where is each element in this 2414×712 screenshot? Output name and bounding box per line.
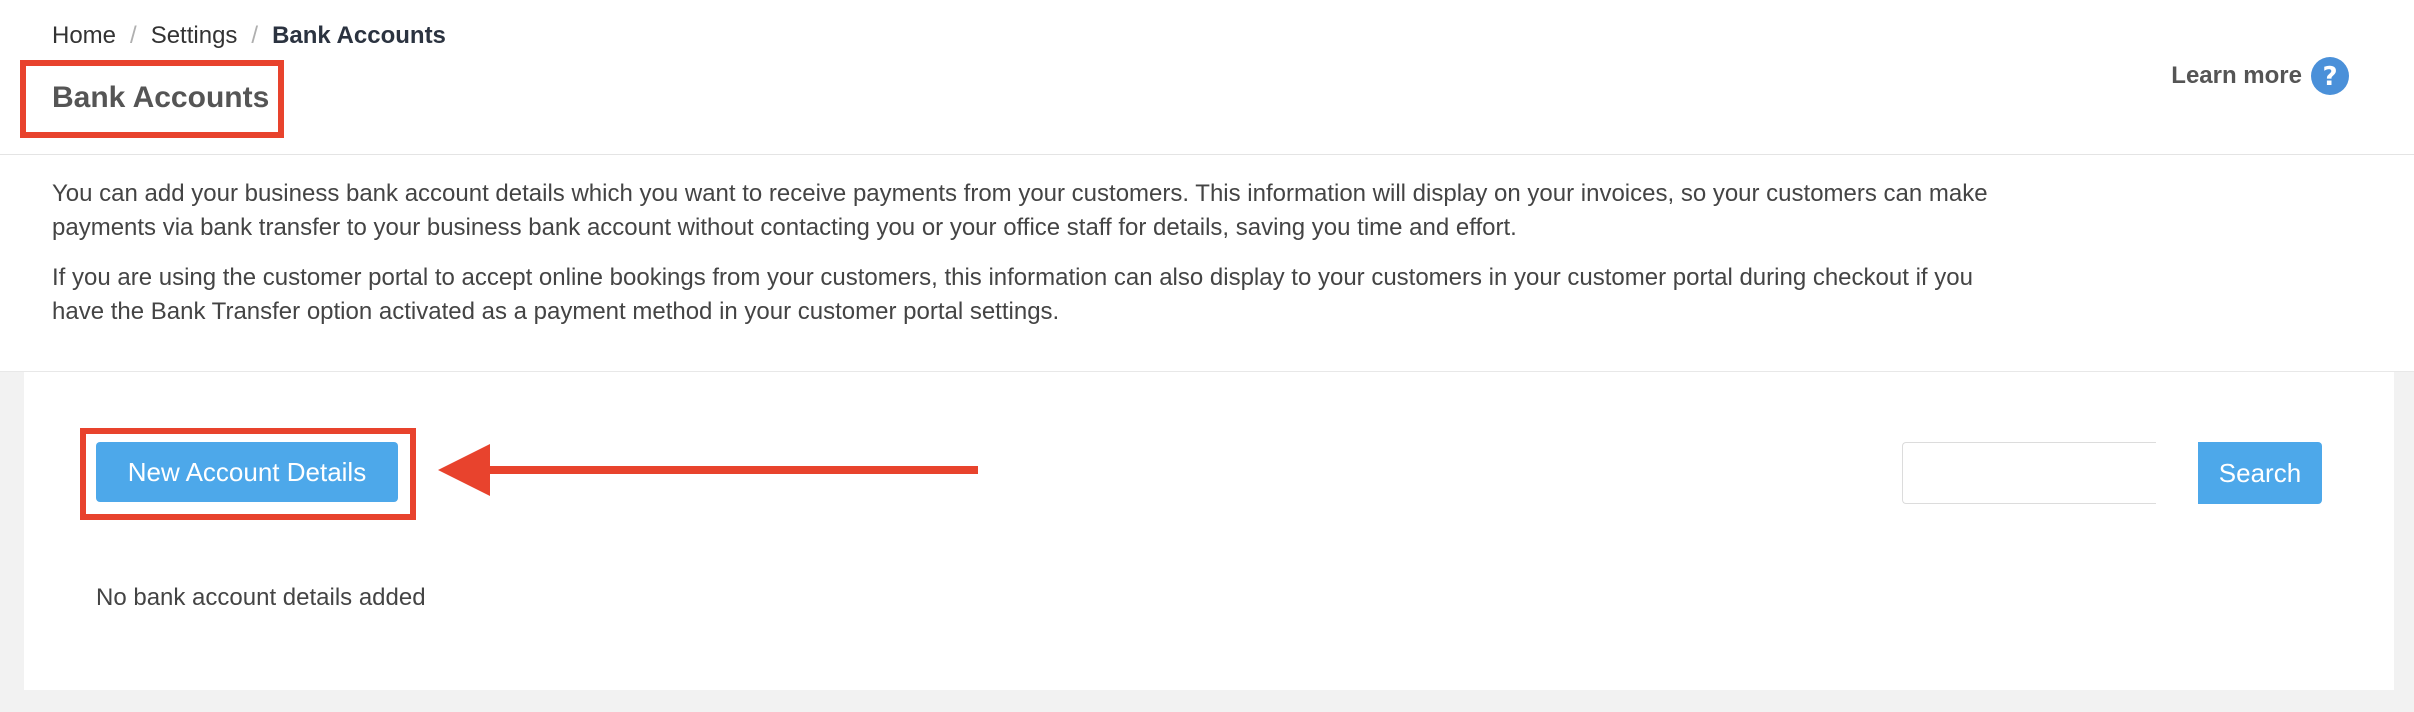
breadcrumb-settings-link[interactable]: Settings — [151, 22, 238, 49]
breadcrumb-separator: / — [251, 22, 259, 49]
new-account-details-button[interactable]: New Account Details — [96, 442, 398, 502]
breadcrumb: Home / Settings / Bank Accounts — [52, 20, 446, 52]
bank-accounts-panel: New Account Details Search No bank accou… — [24, 372, 2394, 690]
learn-more-link[interactable]: Learn more ? — [2171, 56, 2350, 96]
page-header: Home / Settings / Bank Accounts Bank Account… — [0, 0, 2414, 155]
learn-more-label: Learn more — [2171, 62, 2302, 89]
breadcrumb-current: Bank Accounts — [272, 22, 446, 49]
arrow-left-icon — [438, 444, 978, 496]
breadcrumb-separator: / — [130, 22, 137, 49]
title-highlight-box — [20, 60, 284, 138]
breadcrumb-home-link[interactable]: Home — [52, 22, 116, 49]
info-paragraph-1: You can add your business bank account d… — [52, 180, 1988, 241]
search-input[interactable] — [1902, 442, 2156, 504]
search-button[interactable]: Search — [2198, 442, 2322, 504]
info-paragraph-2: If you are using the customer portal to … — [52, 264, 1973, 325]
question-circle-icon[interactable]: ? — [2310, 56, 2350, 96]
info-section: You can add your business bank account d… — [0, 155, 2414, 372]
empty-state-message: No bank account details added — [96, 584, 426, 611]
svg-text:?: ? — [2322, 62, 2337, 92]
